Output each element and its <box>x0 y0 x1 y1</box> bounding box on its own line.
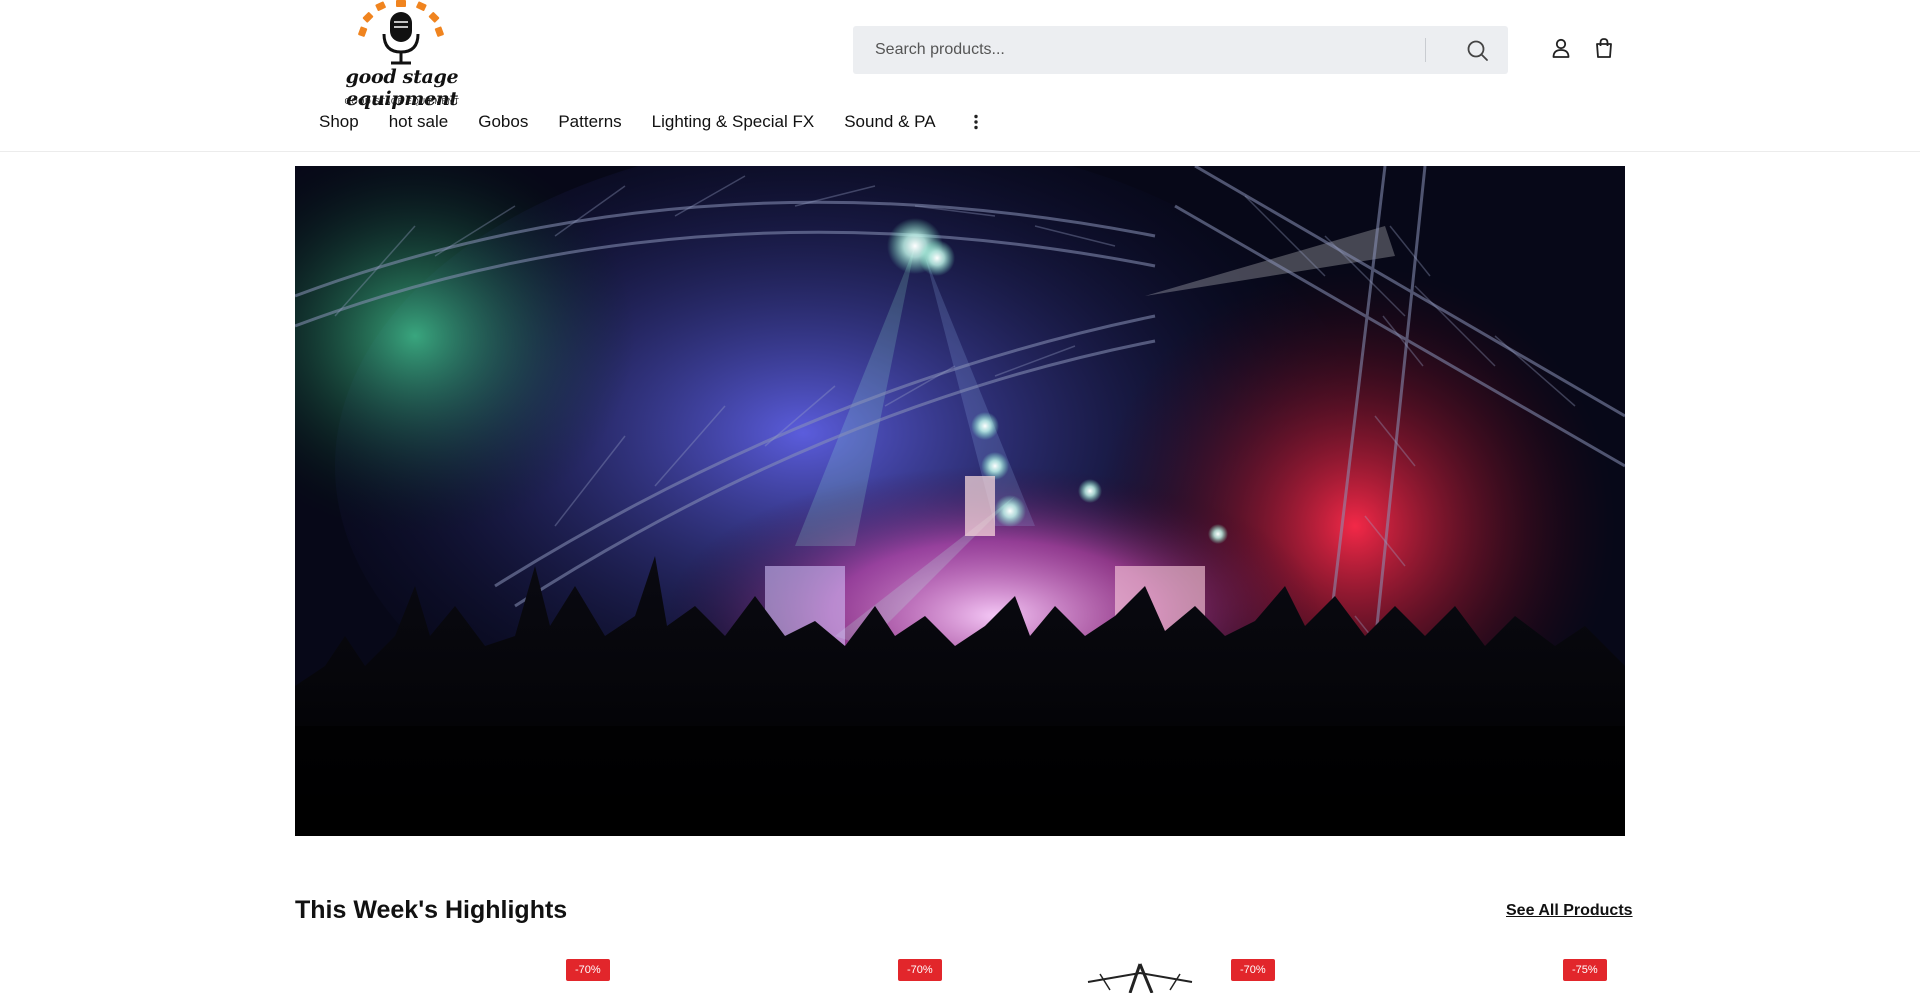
brand-caption: GOOD STAGE EQUIPMENT <box>344 97 460 106</box>
nav-item-patterns[interactable]: Patterns <box>558 112 621 132</box>
search-input[interactable] <box>853 26 1423 74</box>
discount-badge: -75% <box>1563 959 1607 981</box>
nav-item-sound-pa[interactable]: Sound & PA <box>844 112 935 132</box>
see-all-products-link[interactable]: See All Products <box>1506 902 1633 920</box>
main-nav: Shop hot sale Gobos Patterns Lighting & … <box>319 108 986 136</box>
nav-item-hot-sale[interactable]: hot sale <box>389 112 449 132</box>
discount-badge: -70% <box>1231 959 1275 981</box>
nav-item-shop[interactable]: Shop <box>319 112 359 132</box>
more-vertical-icon <box>973 114 978 130</box>
hero-banner[interactable] <box>295 166 1625 836</box>
nav-item-gobos[interactable]: Gobos <box>478 112 528 132</box>
discount-badge: -70% <box>566 959 610 981</box>
cart-icon <box>1596 38 1612 58</box>
search-button[interactable] <box>1465 38 1491 64</box>
discount-badge: -70% <box>898 959 942 981</box>
highlights-title: This Week's Highlights <box>295 896 568 924</box>
search-divider <box>1425 38 1426 62</box>
tripod-stand-icon <box>1087 963 1193 993</box>
site-header: good stage equipment GOOD STAGE EQUIPMEN… <box>0 0 1920 152</box>
microphone-logo-icon <box>358 0 444 65</box>
nav-more-button[interactable] <box>966 110 986 134</box>
nav-item-lighting-special-fx[interactable]: Lighting & Special FX <box>652 112 815 132</box>
brand-logo[interactable]: good stage equipment GOOD STAGE EQUIPMEN… <box>312 0 492 110</box>
search-bar <box>853 26 1508 74</box>
concert-stage-lights-crowd-image <box>295 166 1625 836</box>
cart-button[interactable] <box>1592 36 1616 60</box>
account-button[interactable] <box>1549 36 1573 60</box>
search-icon <box>1467 40 1488 61</box>
product-image-peek[interactable] <box>1080 960 1200 993</box>
account-icon <box>1552 38 1570 58</box>
